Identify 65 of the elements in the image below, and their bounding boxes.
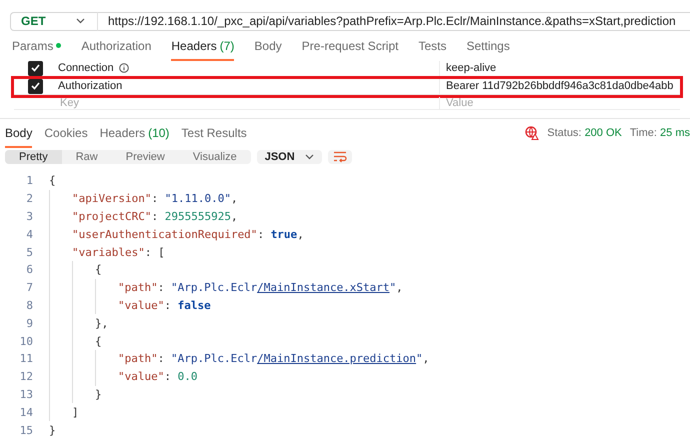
header-value: keep-alive: [445, 62, 498, 74]
code-line: ]: [72, 406, 79, 419]
request-tab[interactable]: Body: [254, 36, 282, 61]
line-number: 2: [25, 192, 33, 206]
code-line: "userAuthenticationRequired": true,: [72, 228, 304, 241]
checkbox[interactable]: [28, 78, 42, 94]
wrap-lines-icon: [332, 151, 347, 164]
checkmark-icon: [30, 64, 40, 72]
line-number: 12: [18, 370, 33, 384]
chevron-down-icon: [76, 18, 85, 24]
code-line: {: [95, 334, 102, 348]
checkmark-icon: [30, 82, 40, 90]
code-line: "variables": [: [72, 246, 165, 259]
response-tab[interactable]: Test Results: [181, 124, 247, 148]
request-tab[interactable]: Settings: [466, 36, 510, 61]
status-text: Status: 200 OK: [547, 127, 622, 140]
time-text: Time: 25 ms: [630, 127, 690, 140]
url-field[interactable]: https://192.168.1.10/_pxc_api/api/variables?pathPrefix=Arp.Plc.Eclr/MainInstance.&paths=xStart,prediction: [98, 12, 690, 31]
line-number: 8: [25, 299, 33, 312]
code-line: },: [95, 316, 108, 330]
line-number: 6: [25, 263, 33, 276]
code-line: "path": "Arp.Plc.Eclr/MainInstance.prediction",: [118, 352, 430, 366]
method-dropdown[interactable]: GET: [10, 12, 98, 31]
chevron-down-icon: [304, 154, 314, 160]
view-mode-tab[interactable]: Visualize: [178, 150, 251, 164]
wrap-lines-button[interactable]: [328, 150, 352, 164]
code-line: }: [95, 388, 102, 402]
code-line: "projectCRC": 2955555925,: [72, 210, 238, 224]
request-tab[interactable]: Tests: [418, 36, 446, 61]
header-key: Connection: [58, 62, 114, 74]
checkbox[interactable]: [28, 60, 42, 76]
code-line: "value": 0.0: [118, 370, 198, 384]
response-tab[interactable]: Cookies: [44, 124, 88, 148]
header-key: Authorization: [58, 80, 122, 92]
line-number: 5: [25, 246, 33, 259]
header-value: Bearer 11d792b26bbddf946a3c81da0dbe4abb: [445, 80, 674, 92]
line-number: 9: [25, 316, 33, 330]
line-number: 3: [25, 210, 33, 224]
globe-warning-icon[interactable]: [525, 126, 540, 140]
format-dropdown[interactable]: JSON: [256, 150, 322, 164]
code-link[interactable]: /MainInstance.prediction: [257, 352, 416, 366]
code-line: {: [95, 263, 102, 276]
request-tab[interactable]: Params: [12, 36, 62, 61]
line-number: 13: [18, 388, 33, 402]
line-number: 1: [25, 174, 33, 188]
response-tab[interactable]: Headers (10): [100, 124, 170, 148]
code-line: "value": false: [118, 299, 211, 312]
view-mode-tab[interactable]: Raw: [62, 150, 112, 164]
line-number: 11: [18, 352, 33, 366]
code-line: {: [49, 174, 56, 188]
line-number: 7: [25, 281, 33, 294]
request-tab[interactable]: Pre-request Script: [302, 36, 398, 61]
request-tab[interactable]: Authorization: [81, 36, 152, 61]
code-line: "path": "Arp.Plc.Eclr/MainInstance.xStart",: [118, 281, 403, 294]
view-mode-tab[interactable]: Pretty: [5, 150, 62, 164]
code-link[interactable]: /MainInstance.xStart: [257, 281, 390, 294]
line-number: 10: [18, 334, 33, 348]
request-tab[interactable]: Headers (7): [171, 36, 234, 61]
code-line: }: [49, 424, 56, 437]
response-tab[interactable]: Body: [5, 124, 32, 148]
line-number: 15: [18, 424, 33, 437]
line-number: 4: [25, 228, 33, 241]
line-number: 14: [18, 406, 33, 419]
code-line: "apiVersion": "1.11.0.0",: [72, 192, 238, 206]
view-mode-tab[interactable]: Preview: [112, 150, 179, 164]
